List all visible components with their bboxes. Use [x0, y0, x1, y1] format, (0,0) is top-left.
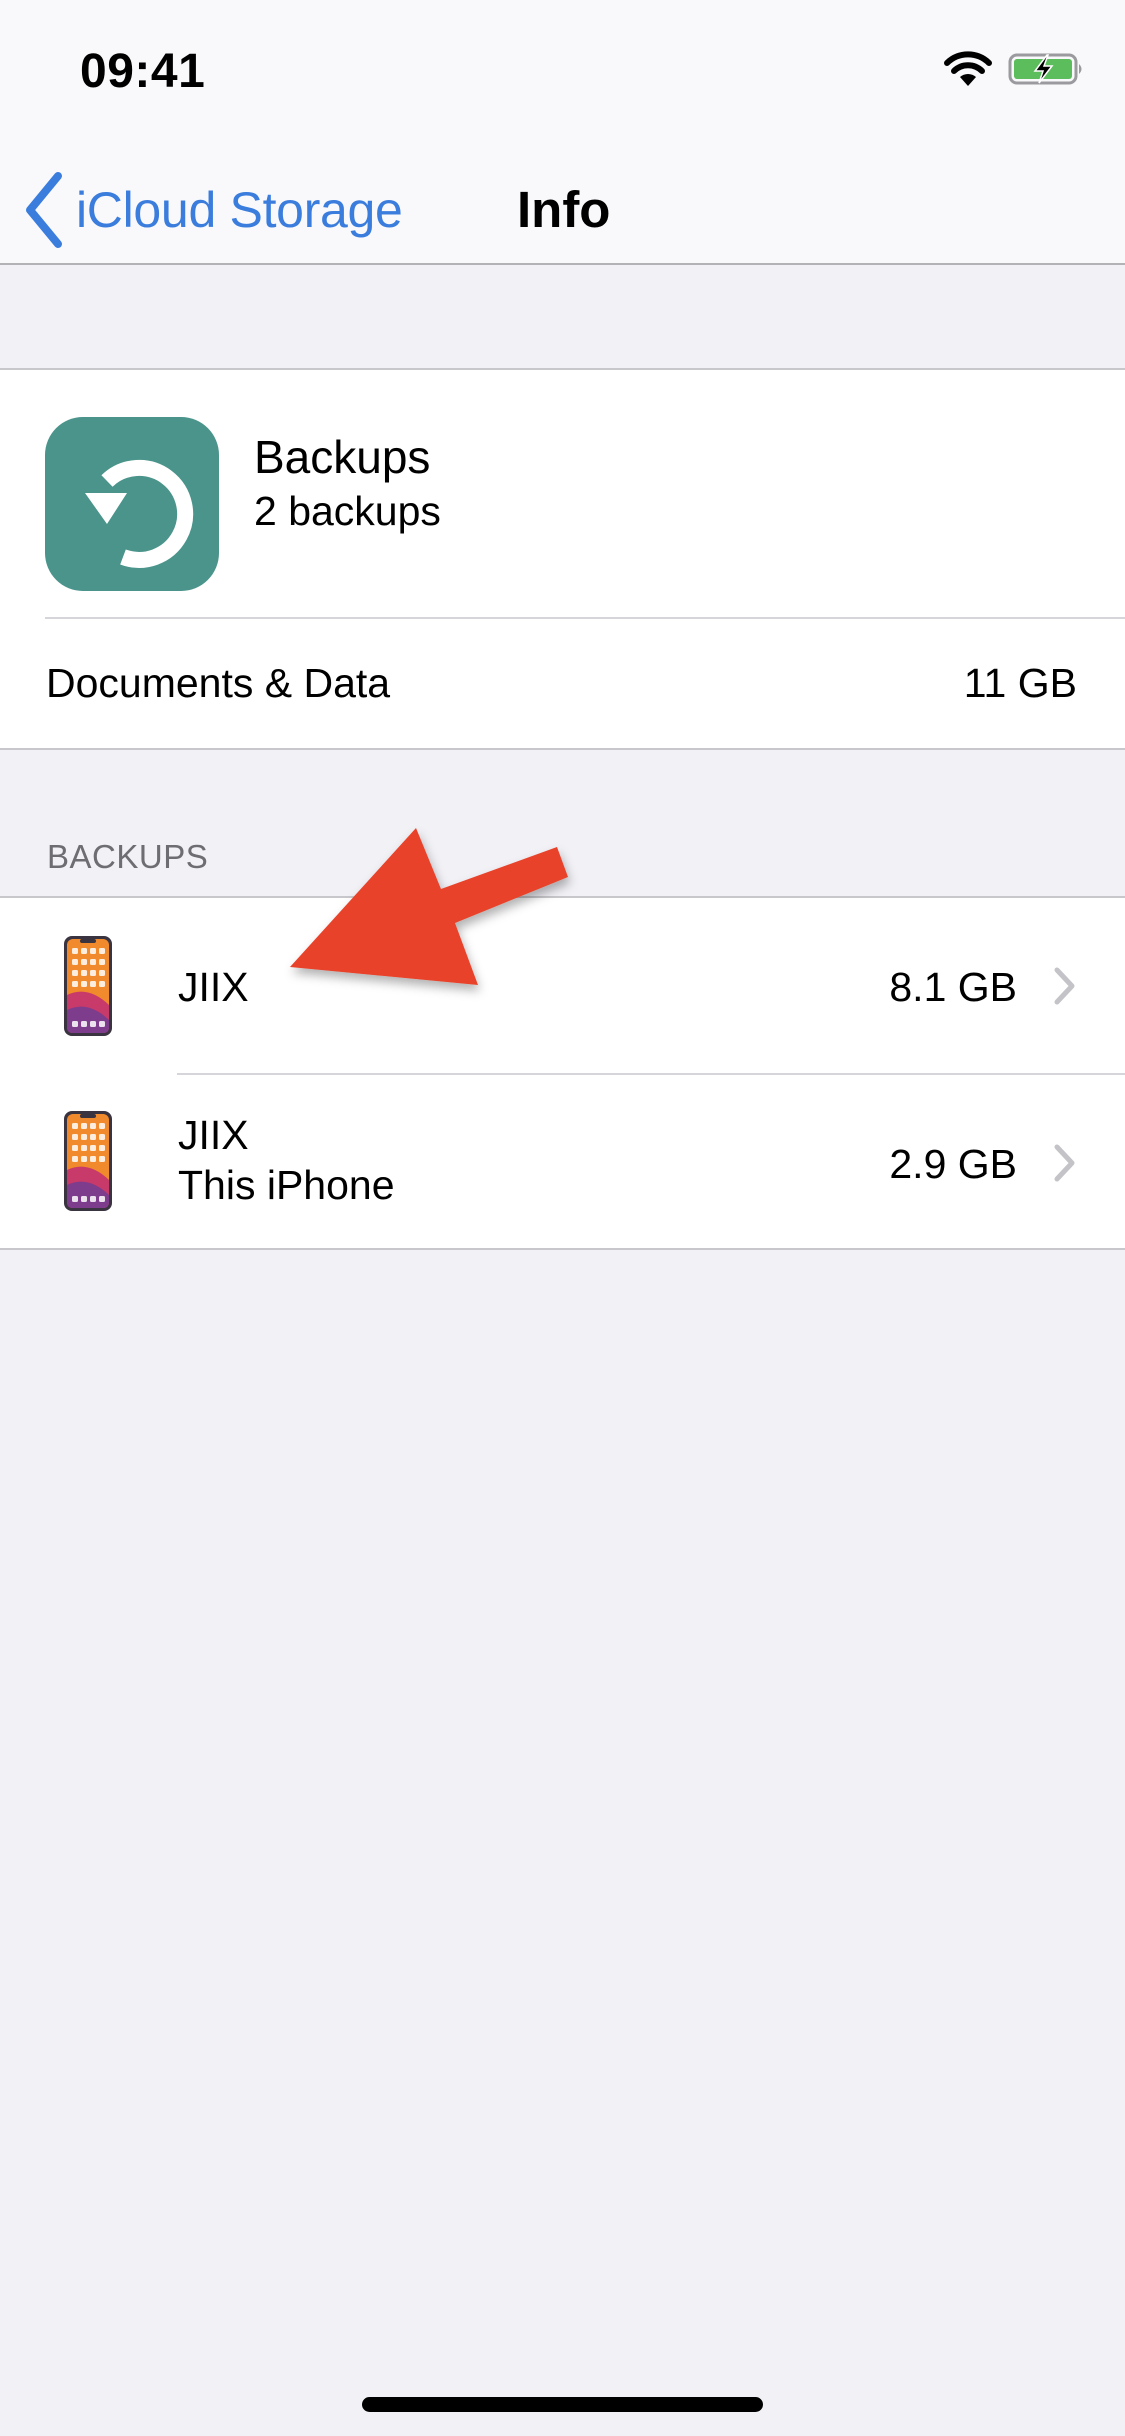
backup-device-name: JIIX [178, 964, 249, 1010]
divider [45, 617, 1125, 619]
home-indicator[interactable] [362, 2397, 763, 2412]
backup-size: 8.1 GB [889, 964, 1017, 1010]
backup-row[interactable]: JIIX This iPhone 2.9 GB [0, 1075, 1125, 1250]
chevron-right-icon [1054, 967, 1075, 1005]
backup-device-name: JIIX [178, 1112, 249, 1158]
section-header-backups: BACKUPS [47, 838, 209, 875]
documents-data-label: Documents & Data [46, 660, 391, 706]
navigation-bar: 09:41 iCloud Storage Info [0, 0, 1125, 265]
iphone-device-icon [64, 1111, 112, 1211]
battery-charging-icon [1008, 53, 1086, 85]
page-title: Info [517, 181, 611, 238]
backup-row[interactable]: JIIX 8.1 GB [0, 898, 1125, 1073]
app-info-card: Backups 2 backups Documents & Data 11 GB [0, 368, 1125, 750]
backup-size: 2.9 GB [889, 1141, 1017, 1187]
iphone-device-icon [64, 936, 112, 1036]
app-title: Backups [254, 431, 431, 483]
backup-device-subtitle: This iPhone [178, 1162, 395, 1208]
app-subtitle: 2 backups [254, 488, 441, 534]
backup-restore-icon [45, 417, 219, 591]
backups-list: JIIX 8.1 GB JIIX This iPhone 2.9 GB [0, 896, 1125, 1250]
wifi-icon [944, 50, 992, 88]
chevron-left-icon [26, 172, 62, 248]
chevron-right-icon [1054, 1144, 1075, 1182]
back-button-label: iCloud Storage [76, 182, 403, 238]
status-time: 09:41 [80, 45, 206, 98]
documents-data-value: 11 GB [963, 660, 1077, 706]
back-button[interactable]: iCloud Storage [22, 168, 403, 252]
